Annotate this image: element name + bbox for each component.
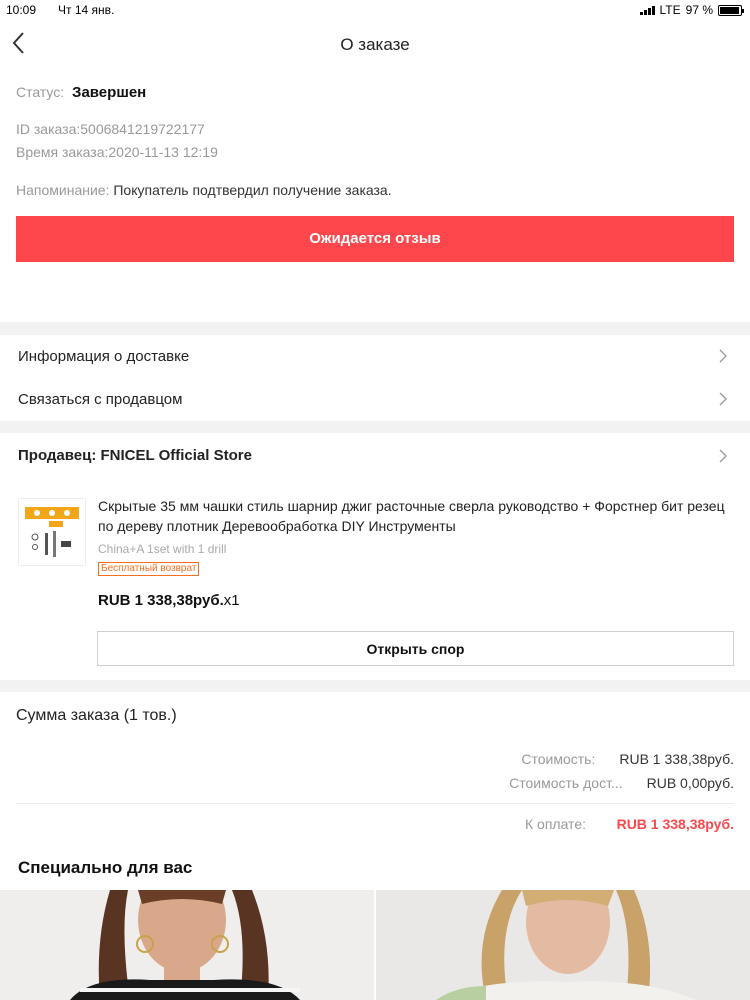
status-right: LTE 97 % — [639, 3, 744, 17]
product-photo — [0, 890, 374, 1000]
chevron-right-icon — [719, 392, 727, 406]
status-day: Чт 14 янв. — [58, 3, 115, 17]
cost-label: Стоимость: — [521, 751, 596, 767]
recommended-product-card[interactable] — [0, 890, 374, 1000]
cost-row: Стоимость: RUB 1 338,38руб. — [521, 751, 734, 767]
chevron-right-icon — [719, 349, 727, 363]
free-return-badge: Бесплатный возврат — [98, 562, 200, 576]
seller-row[interactable]: Продавец: FNICEL Official Store — [0, 434, 750, 476]
section-divider — [0, 421, 750, 433]
section-divider — [0, 322, 750, 335]
order-reminder: Напоминание: Покупатель подтвердил получ… — [16, 182, 392, 198]
battery-label: 97 % — [685, 3, 713, 17]
section-divider — [0, 680, 750, 692]
pay-label: К оплате: — [525, 816, 586, 832]
reminder-label: Напоминание: — [16, 182, 110, 198]
battery-icon — [718, 4, 744, 16]
reminder-value: Покупатель подтвердил получение заказа. — [113, 182, 392, 198]
cost-value: RUB 1 338,38руб. — [619, 751, 734, 767]
order-time: Время заказа:2020-11-13 12:19 — [16, 144, 218, 160]
pay-value: RUB 1 338,38руб. — [616, 816, 734, 832]
page-title: О заказе — [340, 35, 410, 54]
status-bar: 10:09 Чт 14 янв. LTE 97 % — [0, 0, 750, 20]
contact-seller-label: Связаться с продавцом — [18, 391, 183, 408]
nav-bar: О заказе — [0, 22, 750, 66]
battery-fill — [720, 6, 740, 14]
status-time: 10:09 — [6, 3, 37, 17]
shipping-label: Стоимость дост... — [509, 775, 623, 791]
chevron-right-icon — [719, 449, 727, 463]
product-price: RUB 1 338,38руб. — [98, 592, 224, 609]
product-price-row: RUB 1 338,38руб.x1 — [98, 592, 240, 609]
product-variant: China+A 1set with 1 drill — [98, 542, 227, 556]
recommend-title: Специально для вас — [18, 858, 193, 877]
delivery-info-label: Информация о доставке — [18, 348, 190, 365]
signal-icon — [639, 5, 655, 15]
delivery-info-link[interactable]: Информация о доставке — [0, 335, 750, 377]
order-sum-title: Сумма заказа (1 тов.) — [16, 707, 177, 724]
order-id: ID заказа:5006841219722177 — [16, 121, 205, 137]
product-image — [25, 507, 79, 557]
review-button[interactable]: Ожидается отзыв — [16, 216, 734, 262]
seller-label: Продавец: FNICEL Official Store — [18, 447, 252, 464]
divider — [16, 803, 734, 804]
status-value: Завершен — [72, 84, 147, 101]
open-dispute-button[interactable]: Открыть спор — [97, 631, 734, 666]
shipping-row: Стоимость дост... RUB 0,00руб. — [509, 775, 734, 791]
recommended-product-card[interactable] — [376, 890, 750, 1000]
product-photo — [376, 890, 750, 1000]
network-label: LTE — [659, 3, 681, 17]
order-status: Статус: Завершен — [16, 84, 146, 101]
product-title[interactable]: Скрытые 35 мм чашки стиль шарнир джиг ра… — [98, 496, 738, 536]
contact-seller-link[interactable]: Связаться с продавцом — [0, 378, 750, 420]
status-label: Статус: — [16, 84, 65, 100]
product-thumbnail[interactable] — [18, 498, 86, 566]
shipping-value: RUB 0,00руб. — [646, 775, 734, 791]
product-quantity: x1 — [223, 592, 240, 609]
